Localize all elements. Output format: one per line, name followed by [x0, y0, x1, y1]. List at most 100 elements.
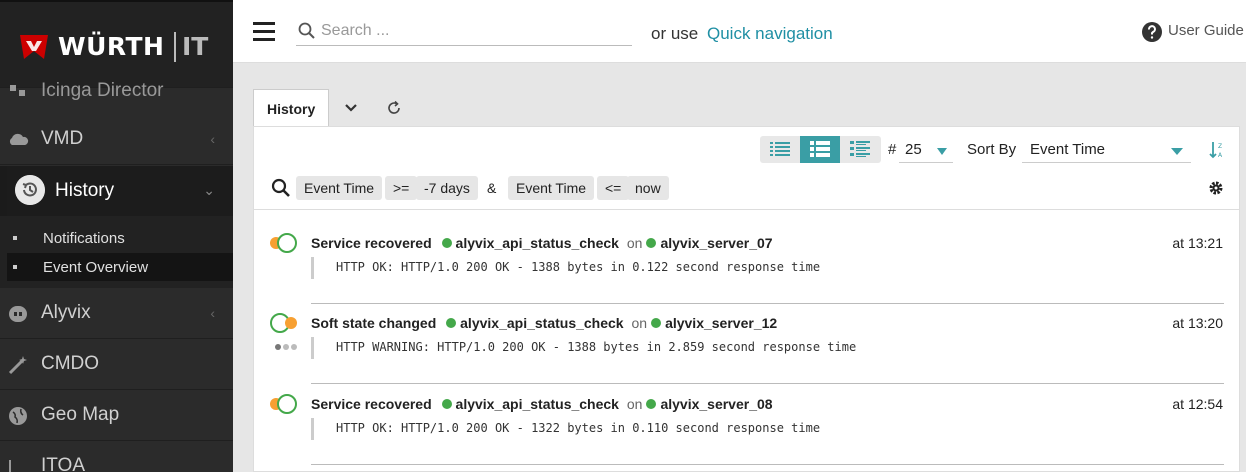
- state-change-icon: [270, 233, 297, 253]
- view-mode-detailed-button[interactable]: [840, 136, 880, 163]
- quick-navigation-link[interactable]: Quick navigation: [707, 24, 833, 44]
- sidebar-item-cmdo[interactable]: CMDO: [0, 340, 233, 390]
- history-icon: [15, 175, 45, 205]
- search-input[interactable]: [321, 22, 621, 40]
- sort-by-select[interactable]: Event Time: [1022, 137, 1191, 163]
- chevron-left-icon: ‹: [210, 131, 215, 147]
- event-host-link[interactable]: alyvix_server_12: [665, 315, 777, 331]
- event-title: Service recovered: [311, 235, 432, 251]
- sidebar-item-icinga-director[interactable]: Icinga Director: [0, 66, 233, 101]
- menu-toggle-button[interactable]: [253, 22, 275, 42]
- sidebar-subitem-notifications[interactable]: Notifications: [7, 224, 233, 252]
- menu-bar: [253, 38, 275, 41]
- tab-history[interactable]: History: [253, 89, 329, 127]
- event-list-item[interactable]: Service recovered alyvix_api_status_chec…: [254, 372, 1239, 465]
- sidebar-subitem-event-overview[interactable]: Event Overview: [7, 253, 233, 281]
- sidebar-item-alyvix[interactable]: Alyvix ‹: [0, 289, 233, 339]
- search-box: [296, 20, 632, 46]
- bullet-icon: [13, 236, 17, 240]
- search-icon[interactable]: [271, 178, 291, 198]
- event-time: at 13:20: [1172, 315, 1223, 331]
- filter-joiner: &: [487, 180, 497, 196]
- event-on-text: on: [626, 396, 643, 412]
- user-guide-label: User Guide: [1168, 22, 1244, 39]
- view-mode-common-button[interactable]: [800, 136, 840, 163]
- svg-text:A: A: [1218, 152, 1223, 159]
- state-dot-ok-icon: [646, 238, 657, 248]
- view-mode-minimal-button[interactable]: [760, 136, 800, 163]
- sidebar-item-geo-map[interactable]: Geo Map: [0, 391, 233, 441]
- sidebar-item-label: Icinga Director: [41, 80, 164, 101]
- event-time: at 12:54: [1172, 396, 1223, 412]
- filter-column-chip[interactable]: Event Time: [508, 176, 595, 200]
- filter-value-chip[interactable]: -7 days: [416, 176, 478, 200]
- state-change-icon: [270, 394, 297, 414]
- event-service-link[interactable]: alyvix_api_status_check: [456, 235, 619, 251]
- user-guide-link[interactable]: User Guide: [1142, 21, 1244, 43]
- content-panel: # 25 Sort By Event Time Z A Event Time >…: [253, 126, 1240, 472]
- sidebar-item-label: History: [55, 180, 115, 201]
- sidebar-item-label: VMD: [41, 128, 84, 149]
- search-icon: [298, 22, 315, 39]
- limit-select[interactable]: 25: [899, 139, 953, 163]
- event-on-text: on: [626, 235, 643, 251]
- event-title-line: Soft state changed alyvix_api_status_che…: [311, 315, 777, 331]
- wand-icon: [8, 356, 27, 375]
- sidebar-item-itoa[interactable]: ITOA: [0, 442, 233, 472]
- filter-bar: Event Time >= -7 days & Event Time <= no…: [254, 170, 1239, 210]
- divider: [311, 464, 1224, 465]
- sort-by-label: Sort By: [967, 141, 1017, 158]
- event-list-item[interactable]: Soft state changed alyvix_api_status_che…: [254, 291, 1239, 384]
- brand-suffix: IT: [182, 32, 209, 61]
- sidebar-subitem-label: Event Overview: [43, 259, 149, 276]
- chevron-down-icon[interactable]: [343, 101, 359, 115]
- state-dot-ok-icon: [441, 238, 452, 248]
- view-mode-switcher: [760, 136, 881, 163]
- filter-operator-chip[interactable]: >=: [385, 176, 418, 200]
- filter-column-chip[interactable]: Event Time: [296, 176, 383, 200]
- caret-down-icon: [1171, 148, 1183, 155]
- refresh-icon[interactable]: [386, 100, 402, 116]
- event-time: at 13:21: [1172, 235, 1223, 251]
- header: or use Quick navigation User Guide: [233, 0, 1246, 63]
- chevron-down-icon: ⌄: [203, 182, 215, 198]
- state-change-icon: [270, 313, 297, 333]
- filter-value-chip[interactable]: now: [627, 176, 669, 200]
- menu-bar: [253, 30, 275, 33]
- event-host-link[interactable]: alyvix_server_08: [660, 396, 772, 412]
- event-host-link[interactable]: alyvix_server_07: [660, 235, 772, 251]
- event-title: Service recovered: [311, 396, 432, 412]
- chart-icon: [9, 460, 11, 472]
- filter-operator-chip[interactable]: <=: [597, 176, 630, 200]
- cloud-icon: [9, 133, 29, 145]
- event-service-link[interactable]: alyvix_api_status_check: [460, 315, 623, 331]
- globe-icon: [9, 407, 27, 425]
- list-minimal-icon: [770, 142, 790, 156]
- limit-value: 25: [905, 141, 922, 158]
- event-plugin-output: HTTP WARNING: HTTP/1.0 200 OK - 1388 byt…: [311, 337, 856, 359]
- sidebar-item-vmd[interactable]: VMD ‹: [0, 115, 233, 165]
- menu-bar: [253, 22, 275, 25]
- bullet-icon: [13, 265, 17, 269]
- event-plugin-output: HTTP OK: HTTP/1.0 200 OK - 1322 bytes in…: [311, 418, 820, 440]
- event-list-item[interactable]: Service recovered alyvix_api_status_chec…: [254, 211, 1239, 304]
- sidebar-item-history-head[interactable]: History ⌄: [0, 166, 233, 216]
- soft-state-dots-icon: [275, 344, 297, 350]
- sidebar-item-label: Geo Map: [41, 404, 120, 425]
- sidebar: WÜRTH IT Icinga Director VMD ‹ History ⌄: [0, 0, 233, 472]
- event-title-line: Service recovered alyvix_api_status_chec…: [311, 396, 773, 412]
- sidebar-item-label: CMDO: [41, 353, 100, 374]
- state-dot-ok-icon: [651, 318, 662, 328]
- event-service-link[interactable]: alyvix_api_status_check: [456, 396, 619, 412]
- robot-icon: [9, 306, 27, 322]
- event-title-line: Service recovered alyvix_api_status_chec…: [311, 235, 773, 251]
- director-icon: [10, 85, 25, 96]
- list-detailed-icon: [850, 141, 870, 157]
- logo-divider: [174, 32, 176, 62]
- brand-name: WÜRTH: [58, 32, 165, 61]
- limit-label: #: [888, 141, 897, 158]
- list-common-icon: [810, 141, 830, 157]
- sort-direction-icon[interactable]: Z A: [1209, 141, 1225, 159]
- caret-down-icon: [937, 148, 947, 155]
- gear-icon[interactable]: [1208, 180, 1224, 196]
